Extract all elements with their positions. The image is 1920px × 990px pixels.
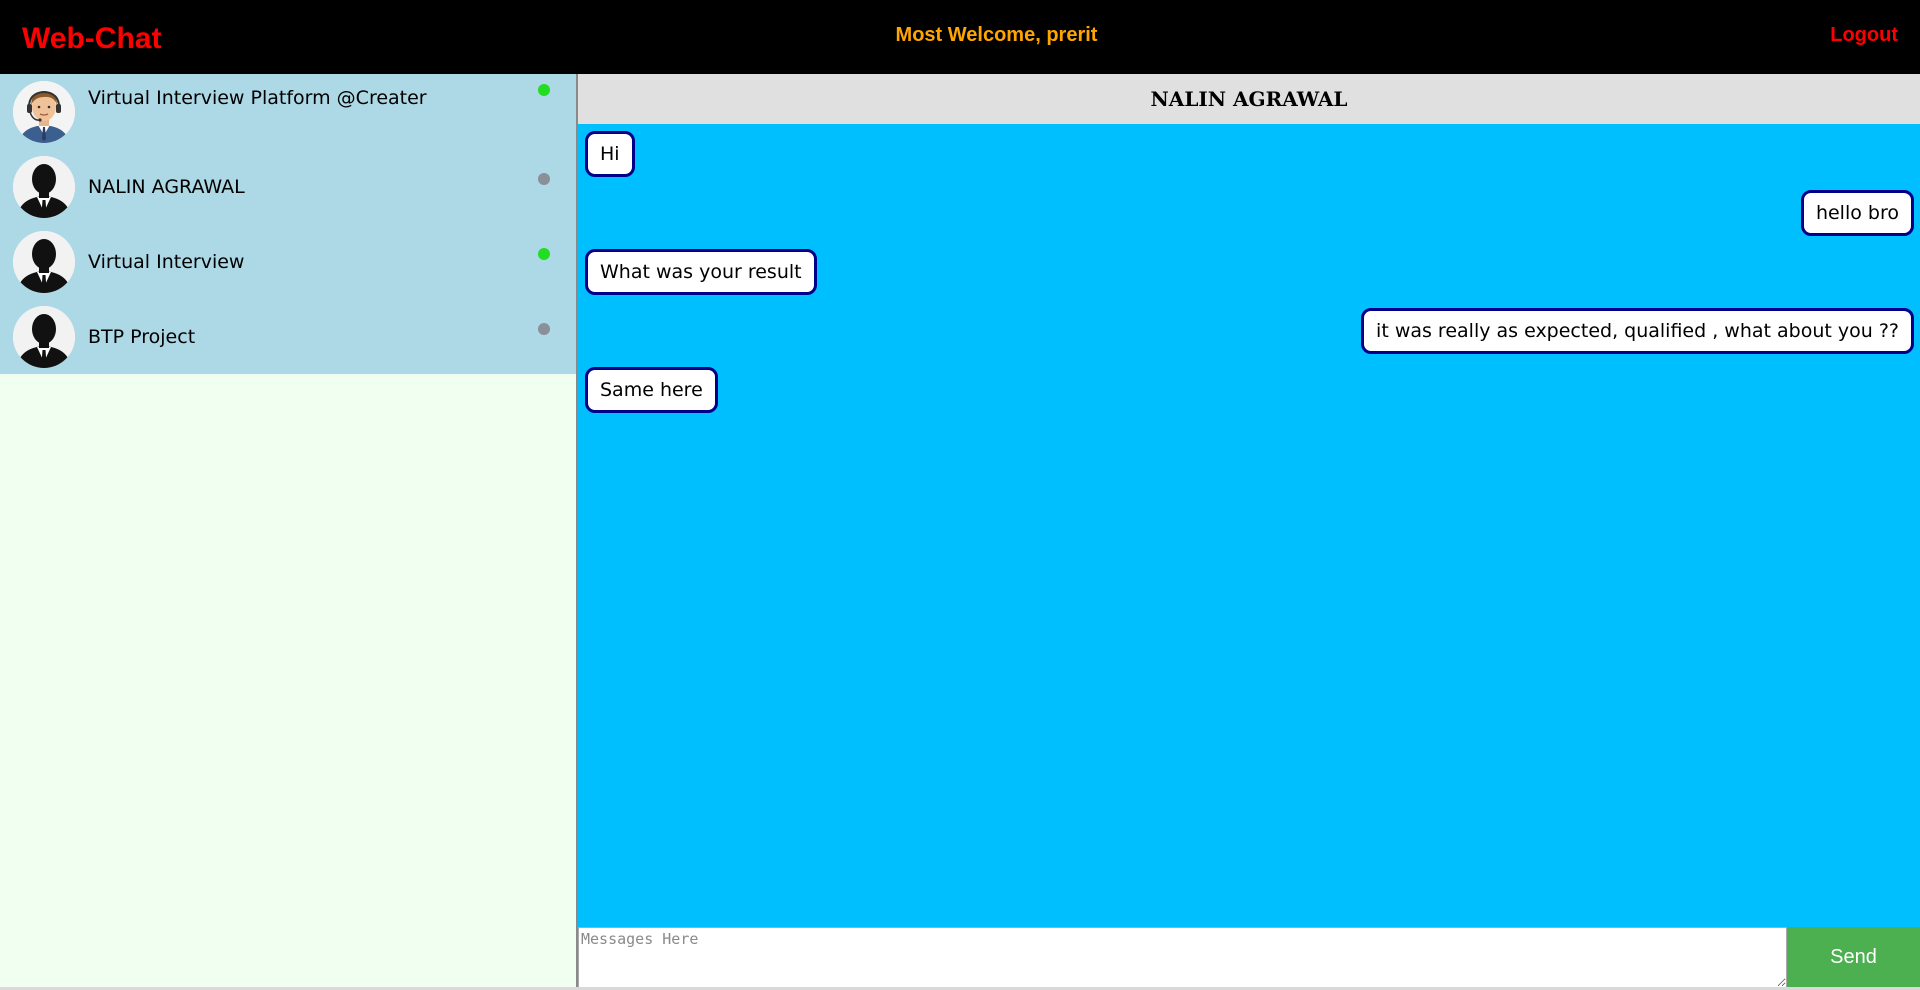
- message-composer: Send: [578, 927, 1920, 990]
- silhouette-avatar-icon: [13, 156, 75, 218]
- incoming-message: Hi: [585, 131, 635, 177]
- contact-name: NALIN AGRAWAL: [88, 176, 245, 198]
- silhouette-avatar-icon: [13, 306, 75, 368]
- online-status-dot: [538, 248, 550, 260]
- offline-status-dot: [538, 173, 550, 185]
- contact-name: BTP Project: [88, 326, 196, 348]
- message-list[interactable]: Hi hello bro What was your result it was…: [578, 124, 1920, 927]
- contact-item[interactable]: BTP Project: [0, 299, 576, 374]
- online-status-dot: [538, 84, 550, 96]
- welcome-message: Most Welcome, prerit: [895, 24, 1098, 46]
- top-bar: Web-Chat Most Welcome, prerit Logout: [0, 0, 1920, 74]
- logout-link[interactable]: Logout: [1830, 22, 1898, 48]
- send-button[interactable]: Send: [1787, 927, 1920, 988]
- agent-avatar-icon: [13, 81, 75, 143]
- offline-status-dot: [538, 323, 550, 335]
- incoming-message: Same here: [585, 367, 718, 413]
- sidebar: Virtual Interview Platform @Creater NALI…: [0, 74, 576, 990]
- contact-name: Virtual Interview Platform @Creater: [88, 87, 427, 109]
- contact-item[interactable]: Virtual Interview Platform @Creater: [0, 74, 576, 149]
- contact-name: Virtual Interview: [88, 251, 245, 273]
- chat-panel: NALIN AGRAWAL Hi hello bro What was your…: [576, 74, 1920, 990]
- outgoing-message: it was really as expected, qualified , w…: [1361, 308, 1914, 354]
- outgoing-message: hello bro: [1800, 190, 1914, 236]
- message-input[interactable]: [578, 927, 1787, 988]
- incoming-message: What was your result: [585, 249, 817, 295]
- silhouette-avatar-icon: [13, 231, 75, 293]
- contact-item[interactable]: NALIN AGRAWAL: [0, 149, 576, 224]
- chat-title: NALIN AGRAWAL: [578, 74, 1920, 124]
- contact-item[interactable]: Virtual Interview: [0, 224, 576, 299]
- contact-list: Virtual Interview Platform @Creater NALI…: [0, 74, 576, 374]
